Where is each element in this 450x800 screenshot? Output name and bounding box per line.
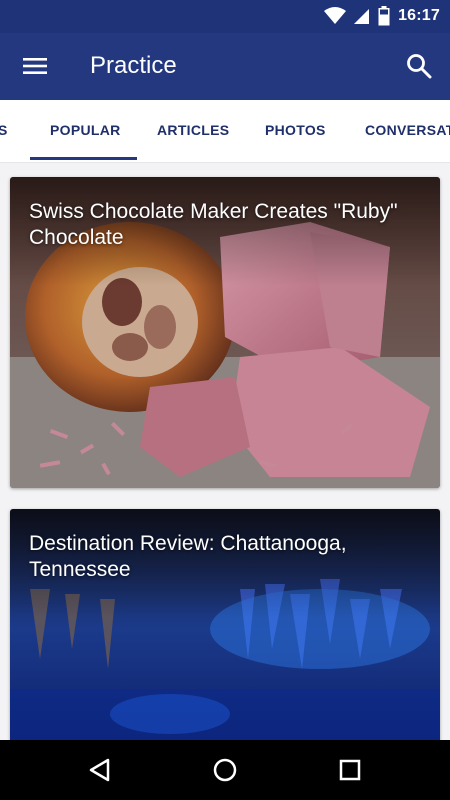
article-card[interactable]: Destination Review: Chattanooga, Tenness…	[10, 509, 440, 740]
tab-bar: S POPULAR ARTICLES PHOTOS CONVERSATI	[0, 100, 450, 163]
tab-partial-left[interactable]: S	[0, 122, 8, 138]
tab-conversations[interactable]: CONVERSATI	[365, 122, 450, 138]
system-navigation-bar	[0, 740, 450, 800]
tab-selected-indicator	[30, 157, 137, 160]
recents-icon[interactable]	[336, 756, 364, 784]
wifi-icon	[324, 7, 347, 24]
tab-articles[interactable]: ARTICLES	[157, 122, 229, 138]
status-time: 16:17	[398, 7, 440, 24]
article-title: Destination Review: Chattanooga, Tenness…	[29, 532, 347, 581]
status-icons: 16:17	[324, 6, 440, 26]
article-card[interactable]: Swiss Chocolate Maker Creates "Ruby" Cho…	[10, 177, 440, 488]
app-bar: Practice	[0, 33, 450, 100]
tab-popular[interactable]: POPULAR	[50, 122, 121, 138]
tab-photos[interactable]: PHOTOS	[265, 122, 326, 138]
home-icon[interactable]	[211, 756, 239, 784]
signal-icon	[354, 9, 370, 24]
status-bar: 16:17	[0, 0, 450, 33]
search-icon[interactable]	[406, 53, 432, 79]
hamburger-menu-icon[interactable]	[23, 56, 47, 76]
article-feed[interactable]: Swiss Chocolate Maker Creates "Ruby" Cho…	[0, 163, 450, 740]
battery-icon	[378, 6, 390, 26]
article-title: Swiss Chocolate Maker Creates "Ruby" Cho…	[29, 200, 398, 249]
page-title: Practice	[90, 52, 177, 79]
back-icon[interactable]	[86, 756, 114, 784]
